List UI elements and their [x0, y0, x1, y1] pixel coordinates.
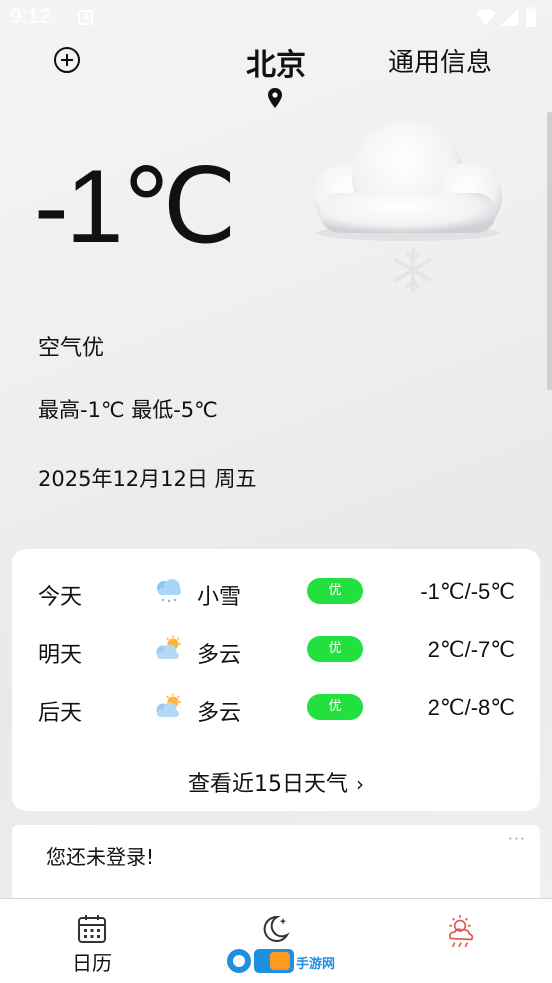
current-temperature: -1℃ [34, 149, 237, 265]
battery-icon [526, 9, 536, 27]
moon-icon [263, 915, 290, 942]
forecast-condition: 多云 [197, 643, 242, 668]
login-card[interactable]: 您还未登录! ··· [12, 825, 540, 905]
high-low-temperature: 最高-1℃ 最低-5℃ [38, 398, 218, 422]
cloud-snow-icon [314, 121, 502, 292]
status-bar: 9:12 A [0, 0, 552, 36]
notification-a-icon: A [78, 10, 93, 25]
signal-icon [500, 9, 518, 26]
forecast-card: 今天 小雪 优 -1℃/-5℃ 明天 多云 优 2℃/-7℃ 后天 多云 优 2… [12, 549, 540, 811]
forecast-day: 明天 [38, 643, 83, 668]
status-icons [476, 7, 536, 27]
forecast-day: 今天 [38, 585, 83, 610]
watermark-logo: 手游网 [227, 949, 335, 973]
forecast-row-day-after[interactable]: 后天 多云 优 2℃/-8℃ [12, 683, 540, 733]
view-15-day-forecast-link[interactable]: 查看近15日天气 › [12, 766, 540, 798]
partly-cloudy-icon [156, 693, 181, 717]
status-time: 9:12 [10, 5, 51, 28]
forecast-temp: 2℃/-8℃ [427, 695, 515, 720]
more-forecast-label: 查看近15日天气 [188, 772, 348, 797]
forecast-temp: -1℃/-5℃ [420, 579, 515, 604]
map-pin-icon [268, 88, 282, 108]
calendar-icon [78, 915, 106, 943]
forecast-row-tomorrow[interactable]: 明天 多云 优 2℃/-7℃ [12, 625, 540, 675]
partly-cloudy-icon [156, 635, 181, 659]
scrollbar[interactable] [547, 112, 552, 390]
watermark-text: 手游网 [296, 956, 335, 972]
nav-weather[interactable] [368, 899, 552, 983]
light-snow-icon [157, 579, 181, 603]
login-prompt: 您还未登录! [46, 845, 155, 869]
nav-calendar[interactable]: 日历 [0, 899, 184, 983]
forecast-row-today[interactable]: 今天 小雪 优 -1℃/-5℃ [12, 567, 540, 617]
forecast-day: 后天 [38, 701, 83, 726]
city-name[interactable]: 北京 [220, 40, 332, 84]
forecast-condition: 小雪 [197, 585, 242, 610]
weather-icon [449, 915, 474, 948]
add-city-icon[interactable] [53, 46, 81, 74]
air-quality: 空气优 [38, 336, 105, 361]
aqi-badge: 优 [307, 636, 363, 662]
forecast-temp: 2℃/-7℃ [427, 637, 515, 662]
current-date: 2025年12月12日 周五 [38, 467, 257, 491]
nav-calendar-label: 日历 [72, 951, 112, 975]
aqi-badge: 优 [307, 578, 363, 604]
wifi-icon [476, 9, 496, 26]
chevron-right-icon: › [356, 772, 364, 796]
aqi-badge: 优 [307, 694, 363, 720]
more-options-icon[interactable]: ··· [508, 829, 526, 848]
forecast-condition: 多云 [197, 701, 242, 726]
general-info-link[interactable]: 通用信息 [388, 42, 492, 79]
